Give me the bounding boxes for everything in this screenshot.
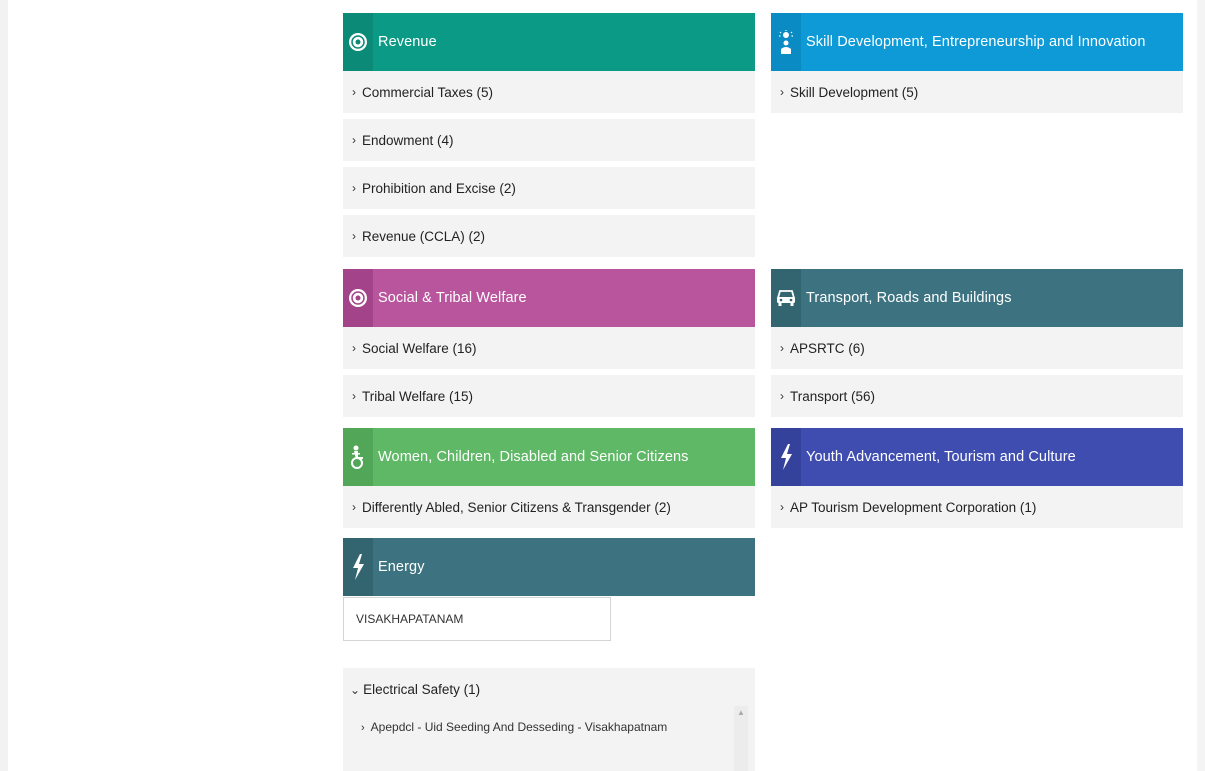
list-item[interactable]: › Social Welfare (16) [343, 327, 755, 369]
header-social-welfare[interactable]: Social & Tribal Welfare [343, 269, 755, 327]
item-label: Commercial Taxes (5) [362, 84, 494, 100]
item-label: Differently Abled, Senior Citizens & Tra… [362, 499, 671, 515]
right-gutter [1197, 0, 1205, 771]
list-item[interactable]: › Tribal Welfare (15) [343, 375, 755, 417]
idea-person-icon [771, 13, 801, 71]
item-label: Tribal Welfare (15) [362, 388, 474, 404]
expanded-item-label: Electrical Safety (1) [363, 682, 481, 697]
list-item[interactable]: › Endowment (4) [343, 119, 755, 161]
chevron-right-icon: › [352, 389, 356, 403]
sub-item[interactable]: › Apepdcl - Uid Seeding And Desseding - V… [361, 720, 667, 734]
lightning-icon [343, 538, 373, 596]
chevron-right-icon: › [361, 722, 365, 734]
list-item[interactable]: › Commercial Taxes (5) [343, 71, 755, 113]
wheelchair-icon [343, 428, 373, 486]
header-title: Transport, Roads and Buildings [806, 290, 1012, 306]
item-label: AP Tourism Development Corporation (1) [790, 499, 1037, 515]
list-item[interactable]: › APSRTC (6) [771, 327, 1183, 369]
chevron-right-icon: › [352, 341, 356, 355]
header-skill-development[interactable]: Skill Development, Entrepreneurship and … [771, 13, 1183, 71]
section-women-children: Women, Children, Disabled and Senior Cit… [343, 428, 755, 528]
item-label: Transport (56) [790, 388, 876, 404]
header-transport[interactable]: Transport, Roads and Buildings [771, 269, 1183, 327]
item-label: Endowment (4) [362, 132, 454, 148]
sub-item-label: Apepdcl - Uid Seeding And Desseding - Vi… [370, 720, 668, 734]
chevron-right-icon: › [352, 229, 356, 243]
list-item[interactable]: › AP Tourism Development Corporation (1) [771, 486, 1183, 528]
section-youth-advancement: Youth Advancement, Tourism and Culture ›… [771, 428, 1183, 528]
header-revenue[interactable]: Revenue [343, 13, 755, 71]
chevron-right-icon: › [780, 500, 784, 514]
emblem-icon [343, 269, 373, 327]
car-icon [771, 269, 801, 327]
city-value: VISAKHAPATANAM [356, 612, 464, 626]
lightning-icon [771, 428, 801, 486]
expanded-panel: ⌄ Electrical Safety (1) › Apepdcl - Uid Se… [343, 668, 755, 771]
emblem-icon [343, 13, 373, 71]
list-item[interactable]: › Transport (56) [771, 375, 1183, 417]
chevron-right-icon: › [780, 85, 784, 99]
header-title: Social & Tribal Welfare [378, 290, 527, 306]
list-item[interactable]: › Differently Abled, Senior Citizens & Tr… [343, 486, 755, 528]
header-energy[interactable]: Energy [343, 538, 755, 596]
section-skill-development: Skill Development, Entrepreneurship and … [771, 13, 1183, 113]
item-label: APSRTC (6) [790, 340, 865, 356]
header-title: Revenue [378, 34, 437, 50]
item-label: Social Welfare (16) [362, 340, 477, 356]
scroll-up-icon[interactable]: ▲ [737, 708, 745, 717]
header-title: Women, Children, Disabled and Senior Cit… [378, 449, 689, 465]
chevron-down-icon: ⌄ [350, 683, 361, 697]
chevron-right-icon: › [780, 341, 784, 355]
chevron-right-icon: › [352, 85, 356, 99]
list-item[interactable]: › Revenue (CCLA) (2) [343, 215, 755, 257]
header-title: Youth Advancement, Tourism and Culture [806, 449, 1076, 465]
chevron-right-icon: › [352, 133, 356, 147]
city-field[interactable]: VISAKHAPATANAM [343, 597, 611, 641]
chevron-right-icon: › [780, 389, 784, 403]
section-transport: Transport, Roads and Buildings › APSRTC (… [771, 269, 1183, 417]
header-title: Energy [378, 559, 425, 575]
item-label: Prohibition and Excise (2) [362, 180, 516, 196]
left-gutter [0, 0, 8, 771]
item-label: Skill Development (5) [790, 84, 919, 100]
list-item[interactable]: › Skill Development (5) [771, 71, 1183, 113]
expanded-item[interactable]: ⌄ Electrical Safety (1) [350, 682, 480, 697]
section-energy: Energy [343, 538, 755, 596]
header-title: Skill Development, Entrepreneurship and … [806, 34, 1146, 50]
section-revenue: Revenue › Commercial Taxes (5) › Endowment… [343, 13, 755, 257]
header-youth-advancement[interactable]: Youth Advancement, Tourism and Culture [771, 428, 1183, 486]
item-label: Revenue (CCLA) (2) [362, 228, 486, 244]
list-item[interactable]: › Prohibition and Excise (2) [343, 167, 755, 209]
section-social-welfare: Social & Tribal Welfare › Social Welfare … [343, 269, 755, 417]
header-women-children[interactable]: Women, Children, Disabled and Senior Cit… [343, 428, 755, 486]
chevron-right-icon: › [352, 500, 356, 514]
chevron-right-icon: › [352, 181, 356, 195]
